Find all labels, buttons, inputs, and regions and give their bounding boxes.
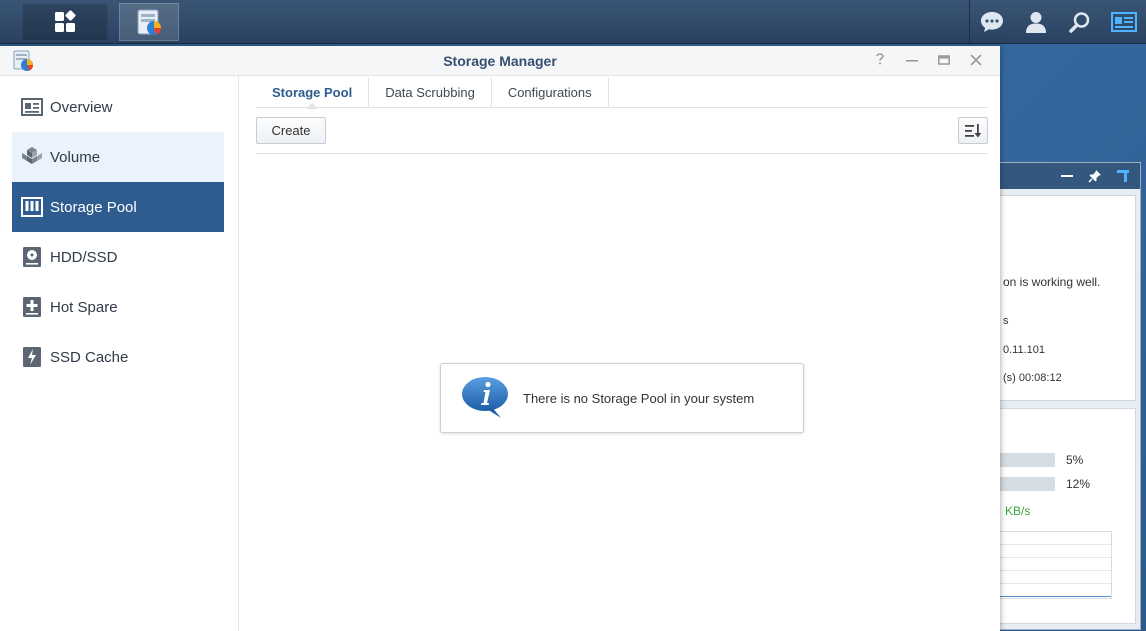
volume-icon [21,146,43,168]
widgets-button[interactable] [1102,0,1146,44]
main-content: Storage Pool Data Scrubbing Configuratio… [240,76,1000,631]
sidebar-item-label: Storage Pool [50,198,137,216]
tab-storage-pool[interactable]: Storage Pool [256,77,370,109]
hdd-icon [21,246,43,268]
sidebar-item-overview[interactable]: Overview [12,82,224,132]
health-line: s [1003,315,1009,327]
ssd-cache-icon [21,346,43,368]
ram-percent: 12% [1066,477,1091,491]
health-card: on is working well. s 0.11.101 (s) 00:08… [992,195,1136,401]
sidebar-item-label: SSD Cache [50,348,129,366]
help-icon [876,53,884,65]
widgets-icon [1111,12,1137,32]
uptime-text: (s) 00:08:12 [1003,372,1062,384]
minimize-button[interactable] [903,52,921,70]
maximize-icon [938,55,950,65]
empty-state-message: There is no Storage Pool in your system [440,363,804,433]
sidebar-item-label: Volume [50,148,101,166]
close-button[interactable] [967,52,985,70]
window-title: Storage Manager [443,53,557,69]
sidebar-item-ssd-cache[interactable]: SSD Cache [12,332,224,382]
minimize-icon[interactable] [1060,169,1074,183]
close-icon [970,54,982,66]
search-icon [1069,12,1090,33]
sidebar-item-volume[interactable]: Volume [12,132,224,182]
toolbar: Create [256,116,988,154]
storage-manager-icon [137,9,161,35]
user-button[interactable] [1014,0,1058,44]
empty-state-text: There is no Storage Pool in your system [523,390,755,406]
sidebar-item-label: Overview [50,98,113,116]
sort-button[interactable] [958,117,988,144]
cpu-percent: 5% [1066,453,1084,467]
overview-icon [21,96,43,118]
tab-configurations[interactable]: Configurations [492,77,609,108]
sidebar-item-label: Hot Spare [50,298,118,316]
help-button[interactable] [871,52,889,70]
user-icon [1026,12,1046,33]
widget-settings-icon[interactable] [1116,169,1130,183]
system-health-widget: on is working well. s 0.11.101 (s) 00:08… [985,162,1141,630]
health-status-text: on is working well. [1003,275,1101,289]
taskbar [0,0,1146,44]
main-menu-button[interactable] [22,3,108,41]
info-icon [462,377,508,418]
network-graph [996,531,1112,599]
storage-pool-icon [21,196,43,218]
hot-spare-icon [21,296,43,318]
tab-data-scrubbing[interactable]: Data Scrubbing [369,77,492,108]
create-button[interactable]: Create [256,117,326,144]
network-rate: KB/s [1005,504,1031,518]
notifications-button[interactable] [970,0,1014,44]
pin-icon[interactable] [1088,169,1102,183]
ip-address-text: 0.11.101 [1003,344,1046,356]
search-button[interactable] [1058,0,1102,44]
chat-bubble-icon [981,12,1003,32]
storage-manager-window: Storage Manager Overview Volume Storage … [0,46,1000,631]
minimize-icon [906,60,918,62]
sidebar: Overview Volume Storage Pool HDD/SSD Hot… [0,76,239,631]
cpu-bar [993,453,1055,467]
sidebar-item-hdd-ssd[interactable]: HDD/SSD [12,232,224,282]
taskbar-storage-manager-button[interactable] [119,3,179,41]
sidebar-item-label: HDD/SSD [50,248,118,266]
ram-bar [993,477,1055,491]
widget-header [986,163,1140,189]
sidebar-item-storage-pool[interactable]: Storage Pool [12,182,224,232]
tab-bar: Storage Pool Data Scrubbing Configuratio… [256,76,988,109]
sort-icon [965,123,982,137]
main-menu-icon [55,10,76,32]
window-titlebar[interactable]: Storage Manager [0,46,1000,76]
maximize-button[interactable] [935,52,953,70]
sidebar-item-hot-spare[interactable]: Hot Spare [12,282,224,332]
